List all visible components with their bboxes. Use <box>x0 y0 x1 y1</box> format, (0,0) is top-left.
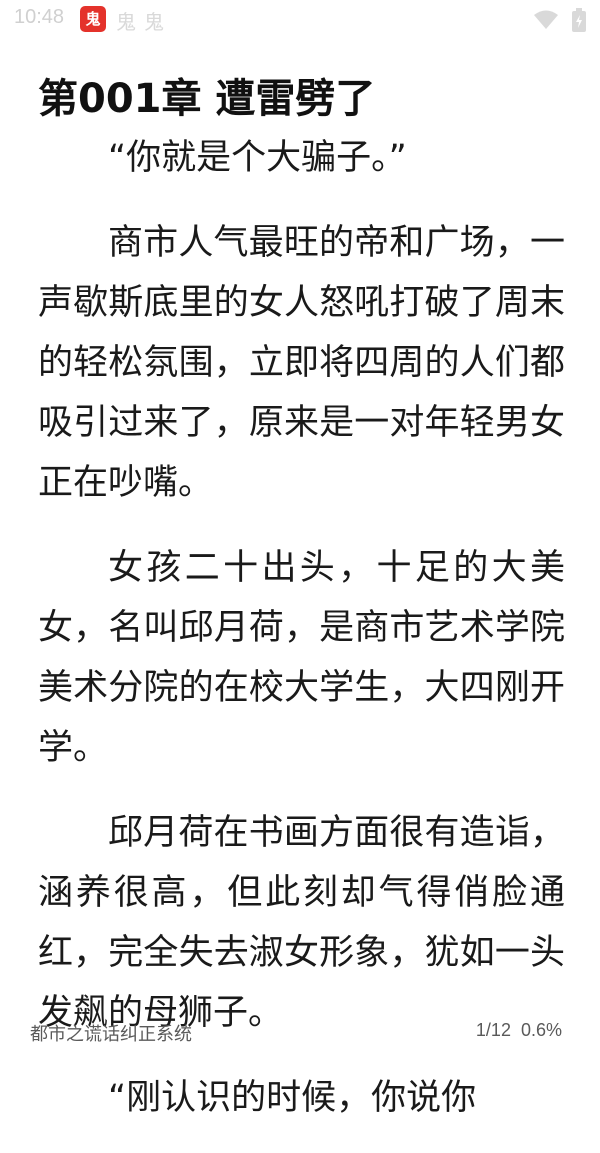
chapter-title: 第001章 遭雷劈了 <box>38 75 376 122</box>
wifi-icon <box>534 10 558 30</box>
paragraph: 邱月荷在书画方面很有造诣，涵养很高，但此刻却气得俏脸通红，完全失去淑女形象，犹如… <box>38 813 565 1033</box>
reader-footer: 都市之谎话纠正系统 1/12 0.6% <box>0 1012 600 1052</box>
status-bar: 10:48 鬼 鬼 鬼 <box>0 0 600 40</box>
notification-icon: 鬼 <box>144 10 164 34</box>
paragraph: 女孩二十出头，十足的大美女，名叫邱月荷，是商市艺术学院美术分院的在校大学生，大四… <box>38 548 565 768</box>
page-indicator: 1/12 <box>475 1020 511 1040</box>
status-indicators <box>534 8 586 32</box>
notification-icon: 鬼 <box>116 10 136 34</box>
paragraph: 商市人气最旺的帝和广场，一声歇斯底里的女人怒吼打破了周末的轻松氛围，立即将四周的… <box>38 223 565 503</box>
reader-app-icon: 鬼 <box>80 6 106 32</box>
paragraph: “刚认识的时候，你说你 <box>108 1078 477 1118</box>
percent-indicator: 0.6% <box>520 1020 562 1040</box>
book-title: 都市之谎话纠正系统 <box>30 1024 192 1044</box>
reading-progress: 1/12 0.6% <box>476 1020 562 1041</box>
paragraph: “你就是个大骗子。” <box>108 138 407 178</box>
reader-content[interactable]: “你就是个大骗子。” 商市人气最旺的帝和广场，一声歇斯底里的女人怒吼打破了周末的… <box>38 128 565 1153</box>
status-time: 10:48 <box>14 6 65 28</box>
battery-icon <box>572 8 586 32</box>
